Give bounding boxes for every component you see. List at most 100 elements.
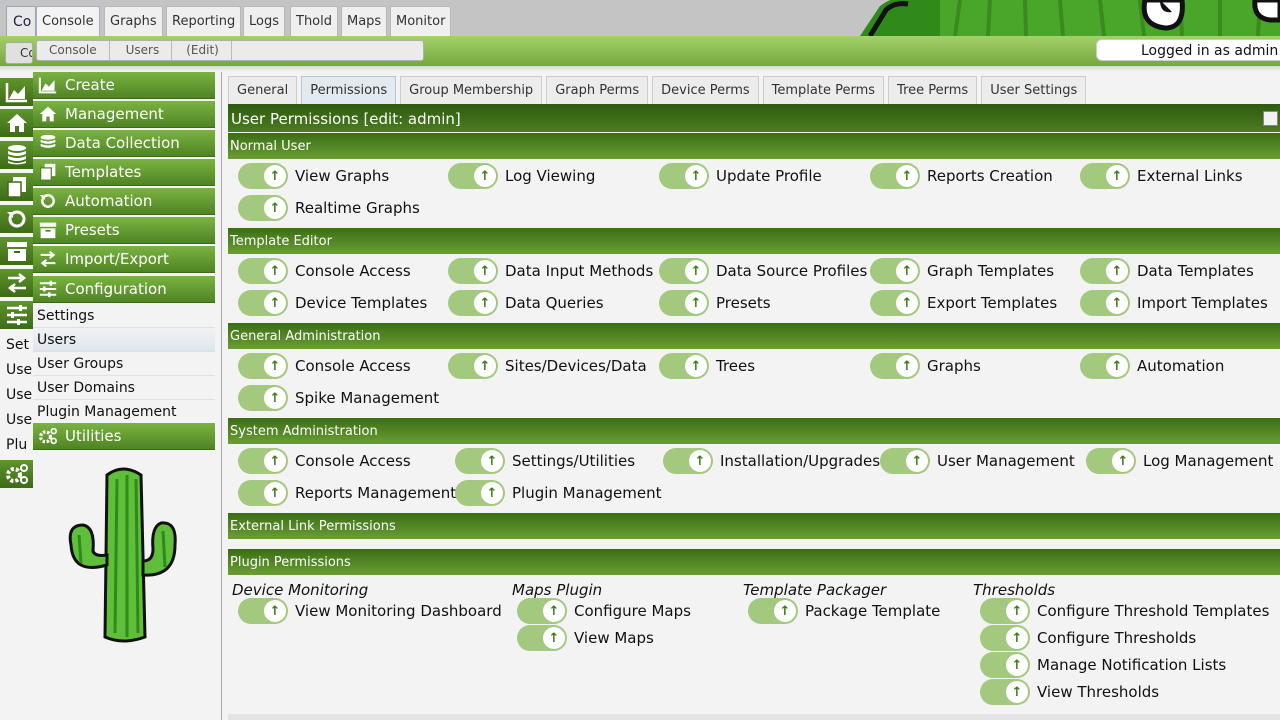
sidebar-menu-management[interactable]: Management xyxy=(33,101,215,128)
perm-manage-notification-lists[interactable]: ↑ Manage Notification Lists xyxy=(980,652,1226,678)
toggle-switch[interactable]: ↑ xyxy=(238,258,288,284)
tab-monitor[interactable]: Monitor xyxy=(390,6,452,36)
perm-sites-devices-data[interactable]: ↑ Sites/Devices/Data xyxy=(448,353,647,379)
tab-permissions[interactable]: Permissions xyxy=(301,76,397,104)
perm-data-queries[interactable]: ↑ Data Queries xyxy=(448,290,604,316)
tab-maps[interactable]: Maps xyxy=(341,6,388,36)
toggle-switch[interactable]: ↑ xyxy=(1080,163,1130,189)
toggle-switch[interactable]: ↑ xyxy=(238,163,288,189)
perm-user-management[interactable]: ↑ User Management xyxy=(880,448,1075,474)
tab-thold[interactable]: Thold xyxy=(290,6,338,36)
perm-export-templates[interactable]: ↑ Export Templates xyxy=(870,290,1057,316)
toggle-switch[interactable]: ↑ xyxy=(448,258,498,284)
toggle-switch[interactable]: ↑ xyxy=(448,353,498,379)
sidebar-item-users[interactable]: Users xyxy=(33,328,215,352)
area-chart-icon[interactable] xyxy=(0,78,33,106)
perm-console-access[interactable]: ↑ Console Access xyxy=(238,448,411,474)
perm-data-templates[interactable]: ↑ Data Templates xyxy=(1080,258,1254,284)
toggle-switch[interactable]: ↑ xyxy=(238,598,288,624)
perm-data-input-methods[interactable]: ↑ Data Input Methods xyxy=(448,258,653,284)
tab-reporting[interactable]: Reporting xyxy=(166,6,242,36)
toggle-switch[interactable]: ↑ xyxy=(517,598,567,624)
sidebar-menu-configuration[interactable]: Configuration xyxy=(33,276,215,303)
toggle-switch[interactable]: ↑ xyxy=(880,448,930,474)
sidebar-menu-create[interactable]: Create xyxy=(33,72,215,99)
tab-graphs[interactable]: Graphs xyxy=(104,6,163,36)
toggle-switch[interactable]: ↑ xyxy=(455,480,505,506)
ghost-item-user-groups[interactable]: Use xyxy=(6,387,33,403)
perm-graph-templates[interactable]: ↑ Graph Templates xyxy=(870,258,1054,284)
toggle-switch[interactable]: ↑ xyxy=(980,598,1030,624)
perm-plugin-management[interactable]: ↑ Plugin Management xyxy=(455,480,662,506)
ghost-tab[interactable]: Co xyxy=(6,6,36,36)
perm-spike-management[interactable]: ↑ Spike Management xyxy=(238,385,439,411)
perm-view-graphs[interactable]: ↑ View Graphs xyxy=(238,163,389,189)
toggle-switch[interactable]: ↑ xyxy=(980,625,1030,651)
perm-presets[interactable]: ↑ Presets xyxy=(659,290,771,316)
sidebar-menu-automation[interactable]: Automation xyxy=(33,188,215,215)
perm-package-template[interactable]: ↑ Package Template xyxy=(748,598,940,624)
tab-device-perms[interactable]: Device Perms xyxy=(652,76,759,104)
perm-log-management[interactable]: ↑ Log Management xyxy=(1086,448,1273,474)
perm-view-maps[interactable]: ↑ View Maps xyxy=(517,625,654,651)
perm-data-source-profiles[interactable]: ↑ Data Source Profiles xyxy=(659,258,867,284)
tab-tree-perms[interactable]: Tree Perms xyxy=(888,76,978,104)
ghost-item-settings[interactable]: Set xyxy=(6,337,33,353)
toggle-switch[interactable]: ↑ xyxy=(1086,448,1136,474)
toggle-switch[interactable]: ↑ xyxy=(238,195,288,221)
toggle-switch[interactable]: ↑ xyxy=(659,258,709,284)
toggle-switch[interactable]: ↑ xyxy=(659,163,709,189)
exchange-icon[interactable] xyxy=(0,269,33,297)
toggle-switch[interactable]: ↑ xyxy=(1080,290,1130,316)
perm-view-monitoring-dashboard[interactable]: ↑ View Monitoring Dashboard xyxy=(238,598,502,624)
perm-graphs[interactable]: ↑ Graphs xyxy=(870,353,981,379)
perm-console-access[interactable]: ↑ Console Access xyxy=(238,258,411,284)
perm-device-templates[interactable]: ↑ Device Templates xyxy=(238,290,427,316)
sidebar-item-user-groups[interactable]: User Groups xyxy=(33,352,215,376)
perm-view-thresholds[interactable]: ↑ View Thresholds xyxy=(980,679,1159,705)
sidebar-item-plugin-management[interactable]: Plugin Management xyxy=(33,400,215,424)
refresh-icon[interactable] xyxy=(0,205,33,233)
tab-group-membership[interactable]: Group Membership xyxy=(400,76,543,104)
sidebar-menu-utilities[interactable]: Utilities xyxy=(33,423,215,450)
login-status[interactable]: Logged in as admin xyxy=(1096,39,1280,61)
sidebar-menu-import-export[interactable]: Import/Export xyxy=(33,246,215,273)
toggle-switch[interactable]: ↑ xyxy=(448,290,498,316)
perm-configure-threshold-templates[interactable]: ↑ Configure Threshold Templates xyxy=(980,598,1269,624)
sidebar-menu-templates[interactable]: Templates xyxy=(33,159,215,186)
toggle-switch[interactable]: ↑ xyxy=(517,625,567,651)
perm-trees[interactable]: ↑ Trees xyxy=(659,353,755,379)
copy-icon[interactable] xyxy=(0,173,33,201)
tab-general[interactable]: General xyxy=(228,76,298,104)
perm-installation-upgrades[interactable]: ↑ Installation/Upgrades xyxy=(663,448,880,474)
database-icon[interactable] xyxy=(0,141,33,169)
perm-configure-maps[interactable]: ↑ Configure Maps xyxy=(517,598,691,624)
toggle-switch[interactable]: ↑ xyxy=(238,290,288,316)
sidebar-menu-data-collection[interactable]: Data Collection xyxy=(33,130,215,157)
perm-console-access[interactable]: ↑ Console Access xyxy=(238,353,411,379)
toggle-switch[interactable]: ↑ xyxy=(870,290,920,316)
toggle-switch[interactable]: ↑ xyxy=(1080,353,1130,379)
perm-external-links[interactable]: ↑ External Links xyxy=(1080,163,1243,189)
perm-log-viewing[interactable]: ↑ Log Viewing xyxy=(448,163,595,189)
toggle-switch[interactable]: ↑ xyxy=(748,598,798,624)
ghost-item-user-domains[interactable]: Use xyxy=(6,412,33,428)
sliders-icon[interactable] xyxy=(0,301,33,329)
ghost-item-users[interactable]: Use xyxy=(6,362,33,378)
select-all-checkbox[interactable] xyxy=(1263,111,1278,126)
gears-icon[interactable] xyxy=(0,460,33,488)
toggle-switch[interactable]: ↑ xyxy=(980,679,1030,705)
breadcrumb-users[interactable]: Users xyxy=(110,41,173,60)
tab-template-perms[interactable]: Template Perms xyxy=(762,76,885,104)
sidebar-item-user-domains[interactable]: User Domains xyxy=(33,376,215,400)
toggle-switch[interactable]: ↑ xyxy=(870,258,920,284)
perm-configure-thresholds[interactable]: ↑ Configure Thresholds xyxy=(980,625,1196,651)
tab-graph-perms[interactable]: Graph Perms xyxy=(546,76,649,104)
toggle-switch[interactable]: ↑ xyxy=(238,448,288,474)
tab-console[interactable]: Console xyxy=(36,6,100,36)
perm-import-templates[interactable]: ↑ Import Templates xyxy=(1080,290,1268,316)
toggle-switch[interactable]: ↑ xyxy=(238,385,288,411)
toggle-switch[interactable]: ↑ xyxy=(238,480,288,506)
toggle-switch[interactable]: ↑ xyxy=(455,448,505,474)
perm-settings-utilities[interactable]: ↑ Settings/Utilities xyxy=(455,448,635,474)
